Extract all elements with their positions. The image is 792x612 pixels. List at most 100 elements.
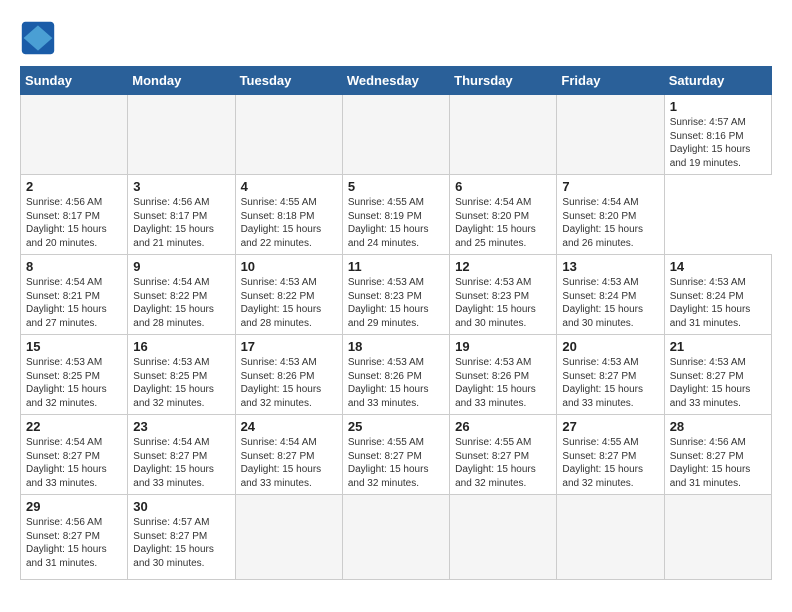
calendar-cell: 11 Sunrise: 4:53 AMSunset: 8:23 PMDayligh… <box>342 255 449 335</box>
day-info: Sunrise: 4:53 AMSunset: 8:25 PMDaylight:… <box>26 356 122 410</box>
day-info: Sunrise: 4:53 AMSunset: 8:27 PMDaylight:… <box>670 356 766 410</box>
col-sunday: Sunday <box>21 67 128 95</box>
calendar-table: Sunday Monday Tuesday Wednesday Thursday… <box>20 66 772 580</box>
calendar-cell: 23Sunrise: 4:54 AMSunset: 8:27 PMDayligh… <box>128 415 235 495</box>
calendar-cell <box>342 95 449 175</box>
day-number: 2 <box>26 179 122 194</box>
calendar-cell: 17 Sunrise: 4:53 AMSunset: 8:26 PMDayligh… <box>235 335 342 415</box>
day-number: 1 <box>670 99 766 114</box>
calendar-week-row: 22Sunrise: 4:54 AMSunset: 8:27 PMDayligh… <box>21 415 772 495</box>
day-number: 9 <box>133 259 229 274</box>
day-number: 7 <box>562 179 658 194</box>
calendar-cell <box>21 95 128 175</box>
day-info: Sunrise: 4:54 AMSunset: 8:27 PMDaylight:… <box>26 436 122 490</box>
calendar-cell: 9 Sunrise: 4:54 AMSunset: 8:22 PMDaylight… <box>128 255 235 335</box>
day-number: 6 <box>455 179 551 194</box>
calendar-cell: 4Sunrise: 4:55 AMSunset: 8:18 PMDaylight… <box>235 175 342 255</box>
day-number: 28 <box>670 419 766 434</box>
calendar-cell: 15 Sunrise: 4:53 AMSunset: 8:25 PMDayligh… <box>21 335 128 415</box>
calendar-cell: 24 Sunrise: 4:54 AMSunset: 8:27 PMDayligh… <box>235 415 342 495</box>
calendar-cell: 27 Sunrise: 4:55 AMSunset: 8:27 PMDayligh… <box>557 415 664 495</box>
calendar-cell <box>450 95 557 175</box>
calendar-cell: 13Sunrise: 4:53 AMSunset: 8:24 PMDayligh… <box>557 255 664 335</box>
calendar-cell: 20 Sunrise: 4:53 AMSunset: 8:27 PMDayligh… <box>557 335 664 415</box>
day-info: Sunrise: 4:53 AMSunset: 8:22 PMDaylight:… <box>241 276 337 330</box>
logo <box>20 20 62 56</box>
calendar-cell: 22Sunrise: 4:54 AMSunset: 8:27 PMDayligh… <box>21 415 128 495</box>
day-info: Sunrise: 4:57 AMSunset: 8:27 PMDaylight:… <box>133 516 229 570</box>
day-info: Sunrise: 4:56 AMSunset: 8:17 PMDaylight:… <box>26 196 122 250</box>
day-info: Sunrise: 4:53 AMSunset: 8:26 PMDaylight:… <box>241 356 337 410</box>
calendar-cell: 3Sunrise: 4:56 AMSunset: 8:17 PMDaylight… <box>128 175 235 255</box>
calendar-cell: 29Sunrise: 4:56 AMSunset: 8:27 PMDayligh… <box>21 495 128 580</box>
day-info: Sunrise: 4:53 AMSunset: 8:23 PMDaylight:… <box>348 276 444 330</box>
day-number: 27 <box>562 419 658 434</box>
calendar-cell <box>235 95 342 175</box>
calendar-cell: 6 Sunrise: 4:54 AMSunset: 8:20 PMDaylight… <box>450 175 557 255</box>
day-info: Sunrise: 4:53 AMSunset: 8:26 PMDaylight:… <box>348 356 444 410</box>
calendar-cell <box>557 495 664 580</box>
day-number: 14 <box>670 259 766 274</box>
day-info: Sunrise: 4:53 AMSunset: 8:27 PMDaylight:… <box>562 356 658 410</box>
day-number: 18 <box>348 339 444 354</box>
day-number: 11 <box>348 259 444 274</box>
day-info: Sunrise: 4:54 AMSunset: 8:20 PMDaylight:… <box>455 196 551 250</box>
day-info: Sunrise: 4:53 AMSunset: 8:25 PMDaylight:… <box>133 356 229 410</box>
col-wednesday: Wednesday <box>342 67 449 95</box>
calendar-cell: 12 Sunrise: 4:53 AMSunset: 8:23 PMDayligh… <box>450 255 557 335</box>
day-number: 24 <box>241 419 337 434</box>
day-info: Sunrise: 4:53 AMSunset: 8:23 PMDaylight:… <box>455 276 551 330</box>
day-info: Sunrise: 4:54 AMSunset: 8:22 PMDaylight:… <box>133 276 229 330</box>
calendar-cell <box>342 495 449 580</box>
day-info: Sunrise: 4:55 AMSunset: 8:27 PMDaylight:… <box>562 436 658 490</box>
calendar-cell <box>450 495 557 580</box>
calendar-week-row: 8Sunrise: 4:54 AMSunset: 8:21 PMDaylight… <box>21 255 772 335</box>
col-tuesday: Tuesday <box>235 67 342 95</box>
day-info: Sunrise: 4:55 AMSunset: 8:27 PMDaylight:… <box>348 436 444 490</box>
day-info: Sunrise: 4:53 AMSunset: 8:24 PMDaylight:… <box>670 276 766 330</box>
day-number: 17 <box>241 339 337 354</box>
calendar-cell: 30Sunrise: 4:57 AMSunset: 8:27 PMDayligh… <box>128 495 235 580</box>
calendar-week-row: 1Sunrise: 4:57 AMSunset: 8:16 PMDaylight… <box>21 95 772 175</box>
day-info: Sunrise: 4:55 AMSunset: 8:19 PMDaylight:… <box>348 196 444 250</box>
calendar-cell <box>128 95 235 175</box>
day-info: Sunrise: 4:56 AMSunset: 8:27 PMDaylight:… <box>26 516 122 570</box>
logo-icon <box>20 20 56 56</box>
day-number: 8 <box>26 259 122 274</box>
day-number: 12 <box>455 259 551 274</box>
calendar-cell: 14 Sunrise: 4:53 AMSunset: 8:24 PMDayligh… <box>664 255 771 335</box>
day-number: 21 <box>670 339 766 354</box>
calendar-cell: 8Sunrise: 4:54 AMSunset: 8:21 PMDaylight… <box>21 255 128 335</box>
day-number: 25 <box>348 419 444 434</box>
calendar-cell: 19Sunrise: 4:53 AMSunset: 8:26 PMDayligh… <box>450 335 557 415</box>
day-info: Sunrise: 4:54 AMSunset: 8:20 PMDaylight:… <box>562 196 658 250</box>
day-number: 16 <box>133 339 229 354</box>
day-number: 23 <box>133 419 229 434</box>
col-thursday: Thursday <box>450 67 557 95</box>
calendar-cell: 7 Sunrise: 4:54 AMSunset: 8:20 PMDaylight… <box>557 175 664 255</box>
day-number: 15 <box>26 339 122 354</box>
day-number: 13 <box>562 259 658 274</box>
calendar-cell: 10Sunrise: 4:53 AMSunset: 8:22 PMDayligh… <box>235 255 342 335</box>
day-number: 20 <box>562 339 658 354</box>
calendar-cell: 1Sunrise: 4:57 AMSunset: 8:16 PMDaylight… <box>664 95 771 175</box>
calendar-cell: 2 Sunrise: 4:56 AMSunset: 8:17 PMDaylight… <box>21 175 128 255</box>
day-number: 5 <box>348 179 444 194</box>
header <box>20 20 772 56</box>
calendar-cell: 28Sunrise: 4:56 AMSunset: 8:27 PMDayligh… <box>664 415 771 495</box>
col-saturday: Saturday <box>664 67 771 95</box>
calendar-week-row: 29Sunrise: 4:56 AMSunset: 8:27 PMDayligh… <box>21 495 772 580</box>
calendar-cell: 5 Sunrise: 4:55 AMSunset: 8:19 PMDaylight… <box>342 175 449 255</box>
day-number: 3 <box>133 179 229 194</box>
day-info: Sunrise: 4:53 AMSunset: 8:26 PMDaylight:… <box>455 356 551 410</box>
day-info: Sunrise: 4:55 AMSunset: 8:18 PMDaylight:… <box>241 196 337 250</box>
day-info: Sunrise: 4:54 AMSunset: 8:27 PMDaylight:… <box>241 436 337 490</box>
day-number: 26 <box>455 419 551 434</box>
calendar-week-row: 15 Sunrise: 4:53 AMSunset: 8:25 PMDayligh… <box>21 335 772 415</box>
calendar-cell <box>235 495 342 580</box>
calendar-cell: 18 Sunrise: 4:53 AMSunset: 8:26 PMDayligh… <box>342 335 449 415</box>
calendar-header-row: Sunday Monday Tuesday Wednesday Thursday… <box>21 67 772 95</box>
col-monday: Monday <box>128 67 235 95</box>
page-container: Sunday Monday Tuesday Wednesday Thursday… <box>20 20 772 580</box>
calendar-week-row: 2 Sunrise: 4:56 AMSunset: 8:17 PMDaylight… <box>21 175 772 255</box>
